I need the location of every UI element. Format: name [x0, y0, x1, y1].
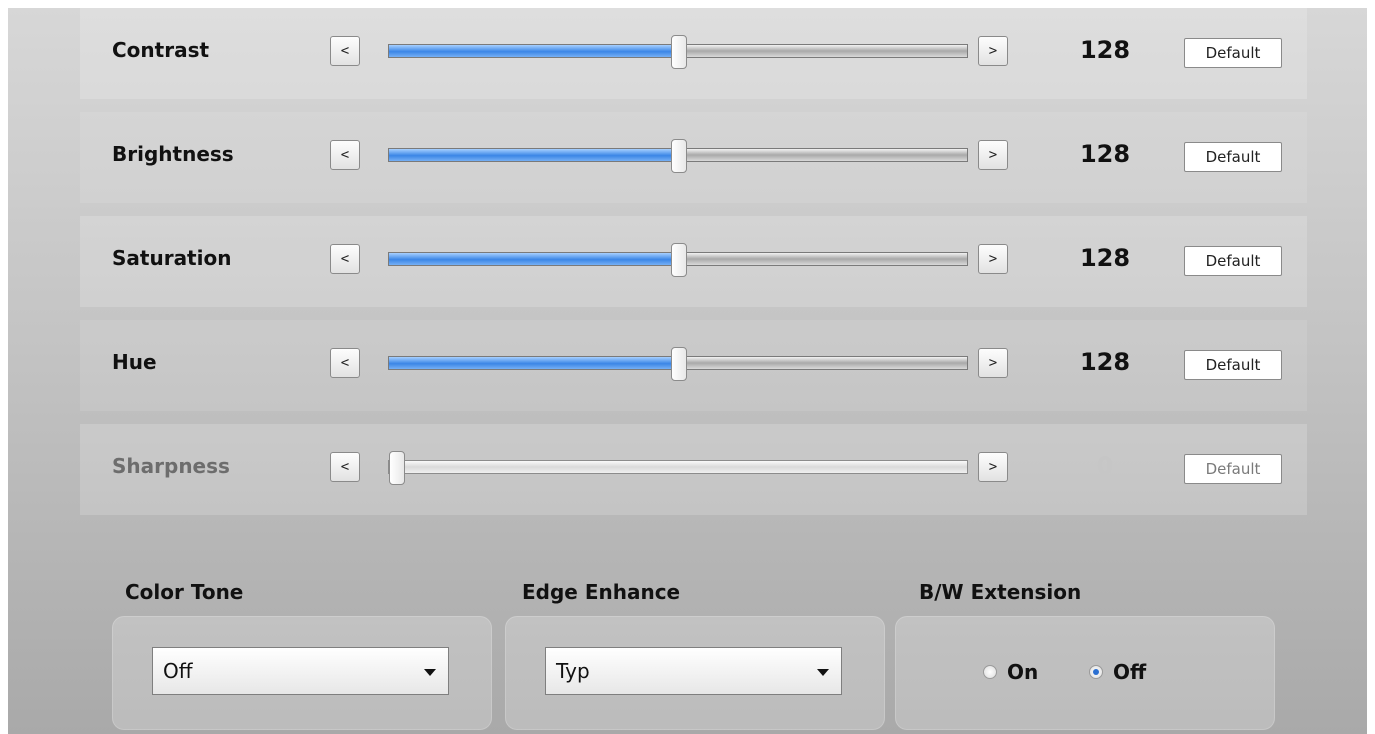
- brightness-increment-button[interactable]: >: [978, 140, 1008, 170]
- color-tone-group: Off: [112, 616, 492, 730]
- hue-label: Hue: [112, 350, 157, 374]
- color-tone-selected: Off: [163, 659, 193, 683]
- hue-decrement-button[interactable]: <: [330, 348, 360, 378]
- brightness-slider-thumb[interactable]: [671, 139, 688, 173]
- sharpness-slider-thumb[interactable]: [389, 451, 405, 485]
- contrast-label: Contrast: [112, 38, 210, 62]
- slider-row-brightness: Brightness < > 128 Default: [80, 112, 1307, 203]
- brightness-label: Brightness: [112, 142, 234, 166]
- contrast-decrement-button[interactable]: <: [330, 36, 360, 66]
- saturation-decrement-button[interactable]: <: [330, 244, 360, 274]
- edge-enhance-dropdown[interactable]: Typ: [545, 647, 842, 695]
- slider-row-saturation: Saturation < > 128 Default: [80, 216, 1307, 307]
- hue-slider-track[interactable]: [388, 347, 968, 381]
- sharpness-value: 0: [1096, 452, 1114, 480]
- slider-row-sharpness: Sharpness < > 0 Default: [80, 424, 1307, 515]
- contrast-slider-thumb[interactable]: [671, 35, 688, 69]
- contrast-value: 128: [1079, 36, 1131, 64]
- hue-slider-thumb[interactable]: [671, 347, 688, 381]
- bw-off-label: Off: [1113, 660, 1147, 684]
- contrast-slider-fill: [389, 45, 680, 57]
- bw-on-label: On: [1007, 660, 1039, 684]
- saturation-slider-fill: [389, 253, 680, 265]
- slider-row-hue: Hue < > 128 Default: [80, 320, 1307, 411]
- brightness-value: 128: [1079, 140, 1131, 168]
- bw-extension-title: B/W Extension: [919, 580, 1082, 604]
- brightness-slider-track[interactable]: [388, 139, 968, 173]
- chevron-down-icon: [424, 669, 436, 676]
- image-adjustment-panel: Contrast < > 128 Default Brightness < > …: [8, 8, 1367, 734]
- hue-value: 128: [1079, 348, 1131, 376]
- hue-default-button[interactable]: Default: [1184, 350, 1282, 380]
- sharpness-decrement-button[interactable]: <: [330, 452, 360, 482]
- slider-row-contrast: Contrast < > 128 Default: [80, 8, 1307, 99]
- hue-increment-button[interactable]: >: [978, 348, 1008, 378]
- bw-on-radio[interactable]: [983, 665, 997, 679]
- saturation-default-button[interactable]: Default: [1184, 246, 1282, 276]
- contrast-increment-button[interactable]: >: [978, 36, 1008, 66]
- saturation-increment-button[interactable]: >: [978, 244, 1008, 274]
- bw-off-option[interactable]: Off: [1089, 660, 1146, 684]
- sharpness-default-button[interactable]: Default: [1184, 454, 1282, 484]
- edge-enhance-group: Typ: [505, 616, 885, 730]
- bw-off-radio[interactable]: [1089, 665, 1103, 679]
- hue-slider-fill: [389, 357, 680, 369]
- saturation-value: 128: [1079, 244, 1131, 272]
- edge-enhance-title: Edge Enhance: [522, 580, 681, 604]
- chevron-down-icon: [817, 669, 829, 676]
- brightness-slider-fill: [389, 149, 680, 161]
- contrast-default-button[interactable]: Default: [1184, 38, 1282, 68]
- bw-extension-group: On Off: [895, 616, 1275, 730]
- contrast-slider-track[interactable]: [388, 35, 968, 69]
- saturation-label: Saturation: [112, 246, 232, 270]
- sharpness-increment-button[interactable]: >: [978, 452, 1008, 482]
- brightness-decrement-button[interactable]: <: [330, 140, 360, 170]
- color-tone-dropdown[interactable]: Off: [152, 647, 449, 695]
- sharpness-label: Sharpness: [112, 454, 230, 478]
- bw-on-option[interactable]: On: [983, 660, 1038, 684]
- color-tone-title: Color Tone: [125, 580, 244, 604]
- sharpness-slider-track[interactable]: [388, 451, 968, 485]
- saturation-slider-track[interactable]: [388, 243, 968, 277]
- brightness-default-button[interactable]: Default: [1184, 142, 1282, 172]
- edge-enhance-selected: Typ: [556, 659, 590, 683]
- saturation-slider-thumb[interactable]: [671, 243, 688, 277]
